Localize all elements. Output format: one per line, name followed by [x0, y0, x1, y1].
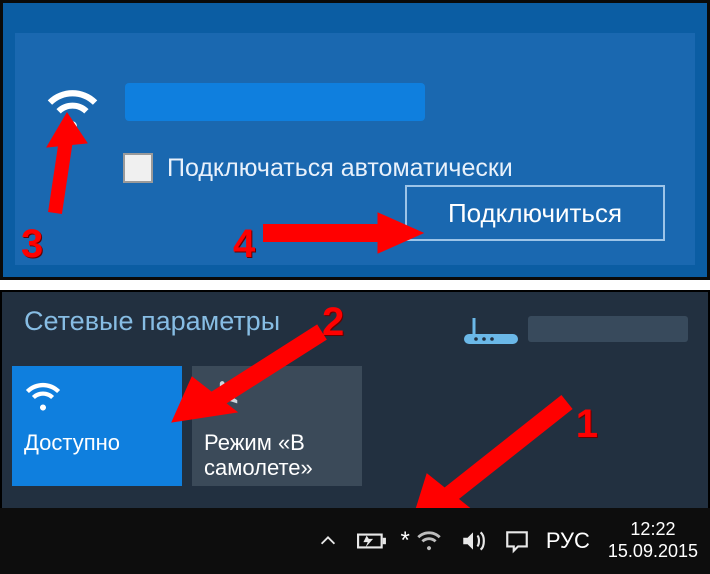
- clock-date: 15.09.2015: [608, 541, 698, 563]
- annotation-4: 4: [233, 222, 255, 267]
- volume-icon[interactable]: [458, 526, 488, 556]
- network-tray-icon[interactable]: [414, 526, 444, 556]
- battery-icon[interactable]: [357, 526, 387, 556]
- taskbar: * РУС 12:22 15.09.2015: [0, 508, 710, 574]
- auto-connect-checkbox[interactable]: [123, 153, 153, 183]
- network-flyout-top: Подключаться автоматически Подключиться …: [0, 0, 710, 280]
- wifi-tile-label: Доступно: [24, 430, 170, 455]
- action-center-icon[interactable]: [502, 526, 532, 556]
- annotation-3: 3: [21, 222, 43, 267]
- tray-chevron-up-icon[interactable]: [313, 526, 343, 556]
- network-name-redacted: [125, 83, 425, 121]
- network-alert-asterisk: *: [401, 527, 410, 555]
- airplane-tile-label: Режим «В самолете»: [204, 430, 350, 481]
- annotation-arrow-2: [162, 322, 342, 422]
- connect-button-label: Подключиться: [448, 198, 622, 229]
- taskbar-clock[interactable]: 12:22 15.09.2015: [604, 519, 702, 562]
- annotation-arrow-3: [25, 113, 85, 223]
- auto-connect-row: Подключаться автоматически: [123, 153, 513, 183]
- connect-button[interactable]: Подключиться: [405, 185, 665, 241]
- router-icon: [464, 316, 518, 351]
- annotation-arrow-4: [263, 208, 423, 258]
- clock-time: 12:22: [608, 519, 698, 541]
- language-indicator[interactable]: РУС: [546, 528, 590, 554]
- router-name-redacted: [528, 316, 688, 342]
- wifi-tile[interactable]: Доступно: [12, 366, 182, 486]
- wifi-icon: [24, 378, 62, 416]
- auto-connect-label: Подключаться автоматически: [167, 154, 513, 183]
